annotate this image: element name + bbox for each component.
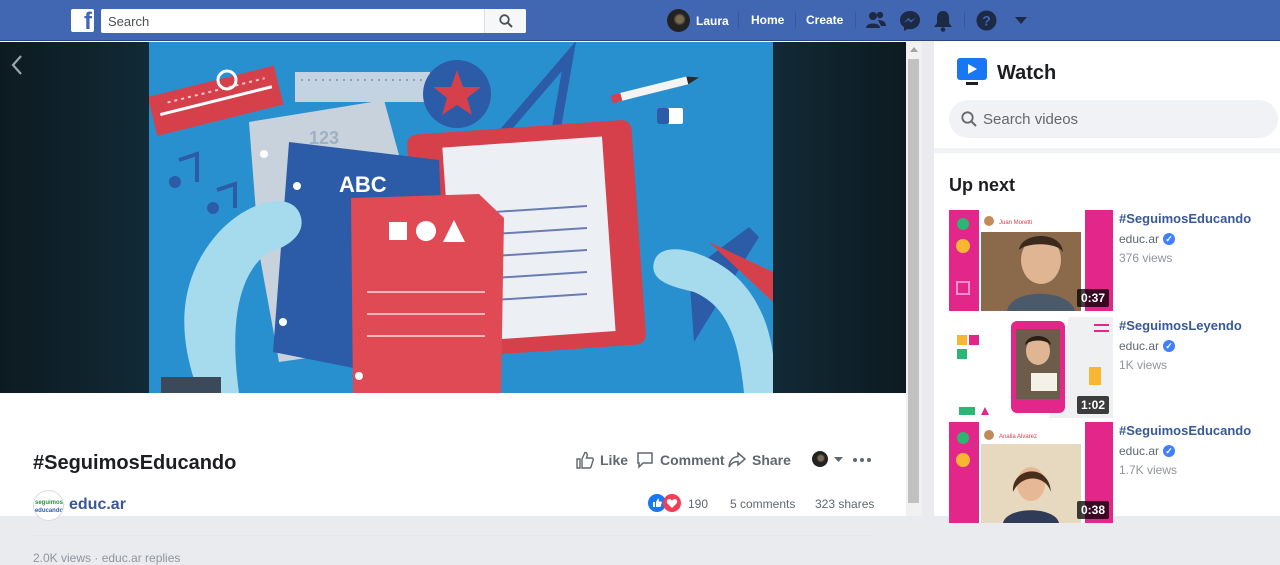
shares-count[interactable]: 323 shares [815, 497, 874, 511]
video-title[interactable]: #SeguimosEducando [1119, 423, 1251, 438]
video-title[interactable]: #SeguimosLeyendo [1119, 318, 1242, 333]
video-duration: 0:37 [1076, 289, 1109, 307]
svg-text:?: ? [982, 13, 991, 29]
caret-down-icon[interactable] [1015, 17, 1027, 24]
create-link[interactable]: Create [806, 13, 843, 27]
divider [795, 12, 796, 28]
facebook-logo-icon[interactable]: f [71, 9, 94, 32]
help-icon[interactable]: ? [976, 10, 997, 31]
share-button[interactable]: Share [728, 451, 791, 469]
list-item[interactable]: Juan Moretti 0:37 #SeguimosEducando educ… [949, 210, 1280, 311]
divider [964, 12, 965, 28]
share-icon [728, 451, 746, 468]
comment-label: Comment [660, 452, 725, 468]
video-permalink: 123 ABC #SeguimosEducando Like Comment S… [0, 41, 906, 565]
video-player[interactable]: 123 ABC [0, 42, 906, 393]
svg-text:educando: educando [35, 508, 63, 514]
top-navigation-bar: f Laura Home Create ? [0, 0, 1280, 41]
view-count: 1.7K views [1119, 463, 1178, 477]
profile-link[interactable]: Laura [667, 9, 729, 32]
messenger-icon[interactable] [899, 10, 921, 32]
avatar [812, 451, 828, 467]
channel-name: educ.ar [1119, 444, 1160, 458]
svg-text:seguimos: seguimos [35, 500, 63, 506]
comment-button[interactable]: Comment [636, 451, 725, 469]
comments-count[interactable]: 5 comments [730, 497, 795, 511]
video-duration: 0:38 [1076, 501, 1109, 519]
views-and-replies: 2.0K views · educ.ar replies [33, 551, 181, 565]
verified-badge-icon: ✓ [1163, 445, 1176, 457]
educar-logo-icon: seguimos educando [35, 500, 63, 514]
gutter [922, 41, 934, 516]
search-button[interactable] [484, 9, 526, 33]
video-thumbnail[interactable]: Analia Alvarez 0:38 [949, 422, 1113, 523]
letterbox-right [772, 42, 906, 393]
bell-icon[interactable] [933, 10, 953, 32]
channel-name: educ.ar [1119, 232, 1160, 246]
video-thumbnail[interactable]: 1:02 [949, 317, 1113, 418]
video-channel[interactable]: educ.ar ✓ [1119, 339, 1176, 353]
view-count: 376 views [1119, 251, 1173, 265]
scrollbar[interactable] [906, 41, 922, 516]
search-icon [499, 14, 513, 28]
divider [738, 12, 739, 28]
verified-badge-icon: ✓ [1163, 340, 1176, 352]
view-count: 1K views [1119, 358, 1168, 372]
search-icon [961, 111, 977, 127]
scrollbar-thumb[interactable] [908, 59, 919, 503]
back-arrow-icon[interactable] [10, 54, 24, 76]
watch-tv-icon [957, 58, 987, 85]
divider [33, 535, 872, 536]
video-title[interactable]: #SeguimosEducando [1119, 211, 1251, 226]
comment-icon [637, 452, 653, 469]
home-link[interactable]: Home [751, 13, 784, 27]
letterbox-left [0, 42, 149, 393]
like-label: Like [600, 452, 629, 468]
video-channel[interactable]: educ.ar ✓ [1119, 444, 1176, 458]
svg-text:ABC: ABC [339, 172, 387, 197]
caret-down-icon [834, 456, 843, 462]
list-item[interactable]: Analia Alvarez 0:38 #SeguimosEducando ed… [949, 422, 1280, 523]
scroll-up-icon[interactable] [910, 47, 918, 52]
video-search-box [949, 100, 1278, 138]
video-channel[interactable]: educ.ar ✓ [1119, 232, 1176, 246]
watch-title[interactable]: Watch [997, 62, 1056, 85]
watch-sidebar: Watch Up next [934, 41, 1280, 523]
user-name: Laura [696, 13, 729, 28]
channel-name[interactable]: educ.ar [69, 496, 126, 514]
search-box [101, 9, 526, 33]
list-item[interactable]: 1:02 #SeguimosLeyendo educ.ar ✓ 1K views [949, 317, 1280, 418]
video-frame-illustration: 123 ABC [149, 42, 773, 393]
video-thumbnail[interactable]: Juan Moretti 0:37 [949, 210, 1113, 311]
like-icon [576, 451, 594, 469]
thumb-caption: Analia Alvarez [999, 434, 1037, 440]
divider [855, 12, 856, 28]
up-next-heading: Up next [949, 175, 1016, 195]
channel-avatar[interactable]: seguimos educando [33, 490, 64, 521]
search-input[interactable] [101, 9, 481, 33]
like-button[interactable]: Like [576, 451, 628, 469]
post-as-selector[interactable] [812, 451, 843, 467]
avatar [667, 9, 690, 32]
video-duration: 1:02 [1076, 396, 1109, 414]
more-options-icon[interactable] [853, 458, 871, 462]
video-title: #SeguimosEducando [33, 452, 237, 474]
reactions-summary[interactable] [648, 494, 681, 512]
love-reaction-icon [663, 494, 681, 512]
reaction-count[interactable]: 190 [688, 497, 708, 511]
watch-header: Watch [934, 41, 1280, 153]
verified-badge-icon: ✓ [1163, 233, 1176, 245]
channel-name: educ.ar [1119, 339, 1160, 353]
thumb-caption: Juan Moretti [999, 220, 1032, 226]
friends-icon[interactable] [865, 10, 887, 30]
search-videos-input[interactable] [983, 100, 1263, 138]
share-label: Share [752, 452, 791, 468]
